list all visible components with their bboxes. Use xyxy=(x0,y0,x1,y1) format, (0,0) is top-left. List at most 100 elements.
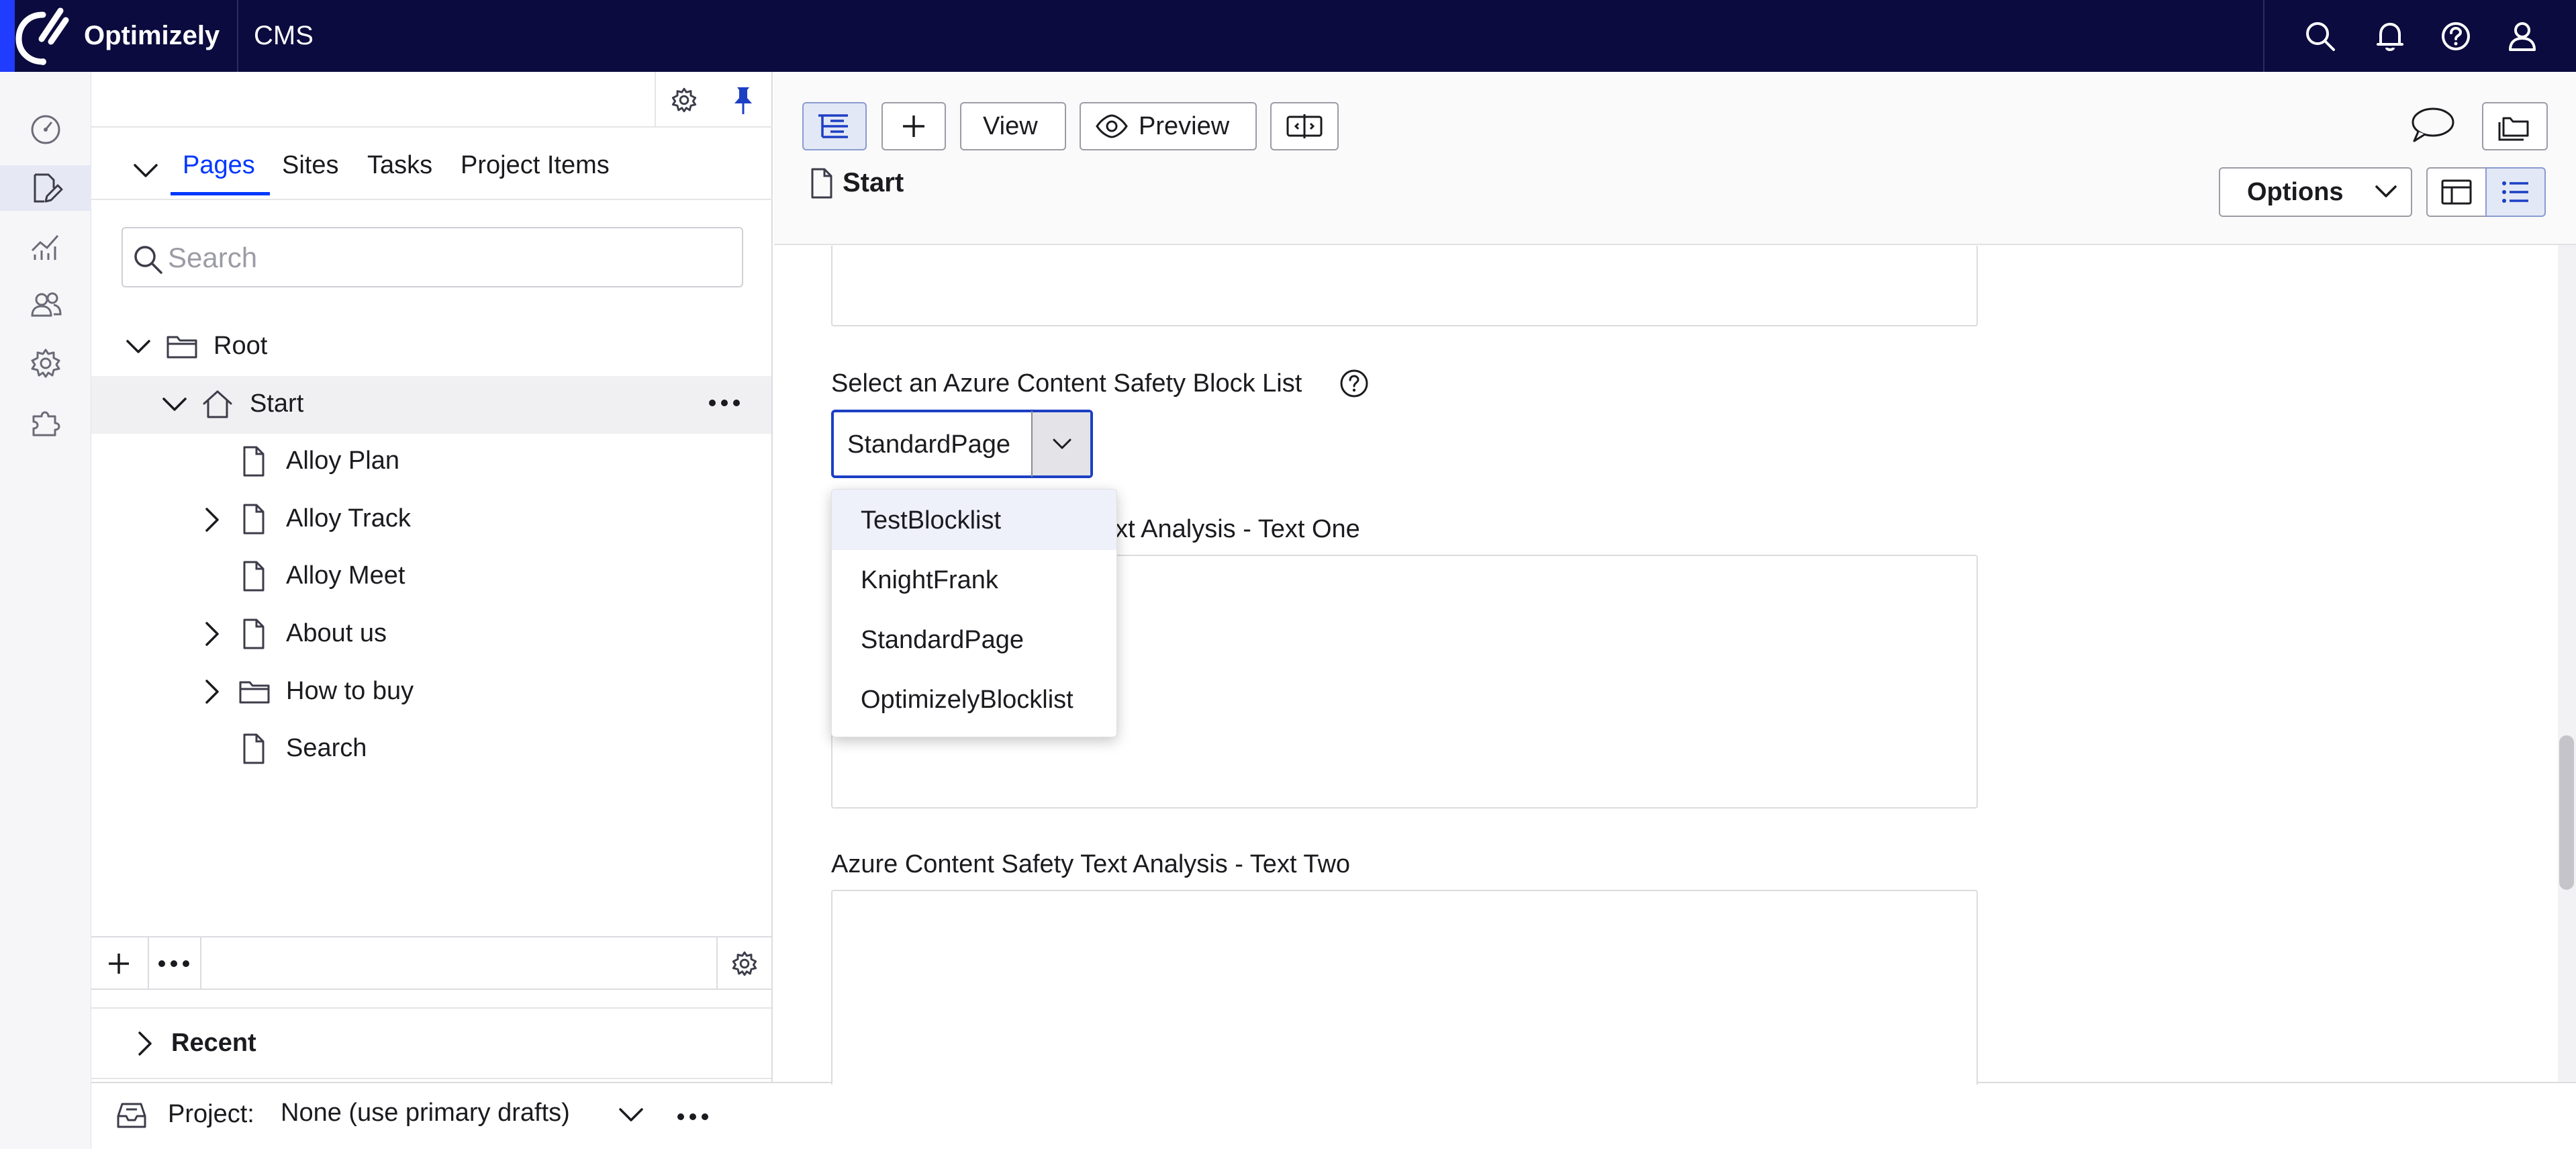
add-icon[interactable] xyxy=(102,947,136,980)
dashboard-icon[interactable] xyxy=(26,109,66,150)
dropdown-item-optimizelyblocklist[interactable]: OptimizelyBlocklist xyxy=(861,683,1074,717)
layout-icon xyxy=(2441,179,2472,205)
dropdown-item-testblocklist[interactable]: TestBlocklist xyxy=(861,504,1001,537)
blocklist-selected-value: StandardPage xyxy=(847,430,1010,459)
tab-project-items[interactable]: Project Items xyxy=(461,146,610,184)
home-icon xyxy=(201,387,234,421)
layout-view-button[interactable] xyxy=(2426,167,2487,217)
list-icon xyxy=(2502,181,2528,203)
divider xyxy=(148,936,149,990)
bell-icon[interactable] xyxy=(2371,17,2409,55)
previous-field-textarea[interactable] xyxy=(831,246,1978,326)
settings-icon[interactable] xyxy=(728,947,761,980)
addons-icon[interactable] xyxy=(26,402,66,442)
divider xyxy=(200,936,201,990)
recent-section-label[interactable]: Recent xyxy=(171,1026,256,1060)
project-more-options-icon[interactable] xyxy=(675,1107,711,1127)
tree-node-search[interactable]: Search xyxy=(286,731,367,765)
help-icon[interactable] xyxy=(2437,17,2475,55)
content-header xyxy=(774,72,2576,245)
tree-node-how-to-buy[interactable]: How to buy xyxy=(286,674,414,708)
page-icon xyxy=(239,502,269,536)
expand-root-chevron-icon[interactable] xyxy=(124,334,153,359)
tree-node-start[interactable]: Start xyxy=(250,387,303,420)
eye-icon xyxy=(1096,114,1128,138)
tab-tasks[interactable]: Tasks xyxy=(367,146,432,184)
dropdown-item-knightfrank[interactable]: KnightFrank xyxy=(861,563,998,597)
tree-node-alloy-plan[interactable]: Alloy Plan xyxy=(286,444,399,477)
expand-chevron-icon[interactable] xyxy=(200,619,224,649)
page-icon xyxy=(807,167,837,200)
content-scrollbar[interactable] xyxy=(2558,245,2576,1082)
project-dropdown-chevron-icon[interactable] xyxy=(616,1103,646,1127)
more-options-icon[interactable] xyxy=(706,393,743,413)
toggle-tree-button[interactable] xyxy=(802,102,867,150)
tree-node-about-us[interactable]: About us xyxy=(286,616,387,650)
collapse-chevron-icon[interactable] xyxy=(131,158,160,183)
expand-chevron-icon[interactable] xyxy=(200,677,224,706)
user-icon[interactable] xyxy=(2503,17,2541,55)
page-title: Start xyxy=(843,168,904,197)
divider xyxy=(91,199,773,200)
view-button[interactable]: View xyxy=(960,102,1066,150)
options-button-label: Options xyxy=(2247,178,2344,206)
more-options-icon[interactable] xyxy=(156,954,192,974)
comments-icon[interactable] xyxy=(2409,102,2457,146)
preview-button-label: Preview xyxy=(1139,112,1230,140)
divider xyxy=(91,126,773,128)
expand-start-chevron-icon[interactable] xyxy=(160,392,189,416)
topbar-divider xyxy=(237,0,238,72)
top-bar xyxy=(0,0,2576,72)
text-two-textarea[interactable] xyxy=(831,890,1978,1085)
chevron-down-icon xyxy=(2371,180,2401,204)
tree-node-alloy-track[interactable]: Alloy Track xyxy=(286,502,411,535)
plus-icon xyxy=(903,116,924,137)
help-icon[interactable] xyxy=(1339,368,1370,399)
blocklist-field-label: Select an Azure Content Safety Block Lis… xyxy=(831,369,1302,398)
divider xyxy=(716,936,718,990)
page-icon xyxy=(239,445,269,478)
optimizely-logo-icon[interactable] xyxy=(0,0,72,72)
folder-icon xyxy=(238,676,271,708)
search-placeholder: Search xyxy=(168,242,258,273)
tree-structure-icon xyxy=(818,114,848,138)
tree-selected-row[interactable] xyxy=(91,376,771,434)
dropdown-item-standardpage[interactable]: StandardPage xyxy=(861,623,1024,657)
expand-recent-chevron-icon[interactable] xyxy=(133,1029,157,1058)
inbox-icon xyxy=(114,1099,149,1131)
page-icon xyxy=(239,732,269,766)
view-button-label: View xyxy=(983,112,1038,140)
brand-name: Optimizely xyxy=(84,21,220,50)
tree-node-alloy-meet[interactable]: Alloy Meet xyxy=(286,559,405,592)
project-selector[interactable]: None (use primary drafts) xyxy=(281,1096,570,1130)
tab-sites[interactable]: Sites xyxy=(282,146,338,184)
pin-icon[interactable] xyxy=(726,83,760,117)
chevron-down-icon xyxy=(1047,432,1077,456)
edit-icon[interactable] xyxy=(26,168,66,208)
divider xyxy=(1031,411,1033,477)
add-content-button[interactable] xyxy=(881,102,946,150)
nav-toolbar-divider xyxy=(655,72,656,126)
list-view-button[interactable] xyxy=(2485,167,2546,217)
nav-bottom-toolbar xyxy=(91,936,771,990)
navigation-pane xyxy=(91,72,773,1082)
settings-icon[interactable] xyxy=(26,343,66,383)
nav-settings-icon[interactable] xyxy=(667,83,701,117)
users-icon[interactable] xyxy=(26,285,66,325)
text-two-field-label: Azure Content Safety Text Analysis - Tex… xyxy=(831,850,1351,878)
text-one-field-label: ext Analysis - Text One xyxy=(1101,515,1360,543)
assets-pane-button[interactable] xyxy=(2482,102,2548,150)
page-icon xyxy=(239,559,269,593)
analytics-icon[interactable] xyxy=(26,226,66,267)
tree-node-root[interactable]: Root xyxy=(213,329,267,363)
folder-icon xyxy=(165,330,199,363)
tab-pages[interactable]: Pages xyxy=(183,146,255,184)
project-label: Project: xyxy=(168,1100,254,1128)
preview-button[interactable]: Preview xyxy=(1080,102,1257,150)
product-name: CMS xyxy=(254,21,314,50)
content-scrollbar-thumb[interactable] xyxy=(2559,735,2574,890)
compare-button[interactable] xyxy=(1270,102,1339,150)
active-tab-indicator xyxy=(171,192,270,195)
expand-chevron-icon[interactable] xyxy=(200,505,224,535)
search-icon[interactable] xyxy=(2301,17,2339,55)
